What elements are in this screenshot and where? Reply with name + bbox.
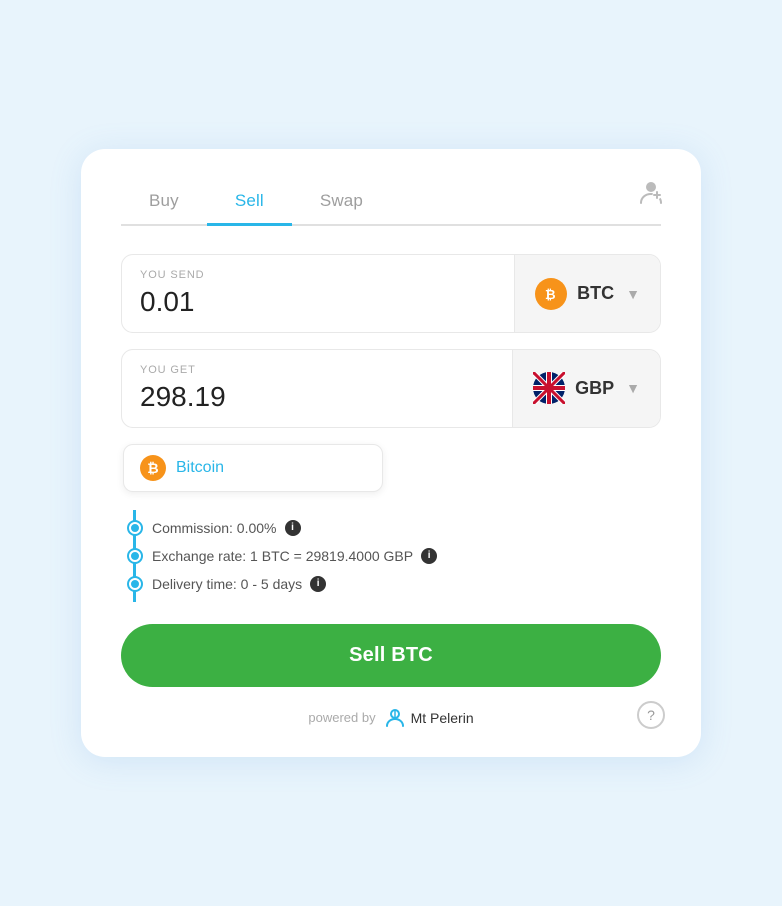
receive-chevron-icon: ▼ bbox=[626, 380, 640, 396]
pelerin-icon bbox=[384, 707, 406, 729]
delivery-text: Delivery time: 0 - 5 days bbox=[152, 576, 302, 592]
dot-commission bbox=[129, 522, 141, 534]
send-label: YOU SEND bbox=[140, 269, 496, 281]
user-icon-area[interactable] bbox=[637, 177, 665, 205]
brand-name: Mt Pelerin bbox=[411, 710, 474, 726]
send-currency-selector[interactable]: ₿ BTC ▼ bbox=[514, 255, 660, 332]
tabs-bar: Buy Sell Swap bbox=[121, 181, 661, 226]
tab-swap[interactable]: Swap bbox=[292, 181, 391, 226]
receive-label: YOU GET bbox=[140, 364, 494, 376]
receive-row: YOU GET 298.19 GBP ▼ bbox=[121, 349, 661, 428]
send-chevron-icon: ▼ bbox=[626, 286, 640, 302]
btc-icon: ₿ bbox=[535, 278, 567, 310]
bitcoin-dropdown-item[interactable]: ₿ Bitcoin bbox=[123, 444, 383, 492]
delivery-info-icon[interactable]: i bbox=[310, 576, 326, 592]
receive-input-area[interactable]: YOU GET 298.19 bbox=[122, 350, 512, 427]
sell-button[interactable]: Sell BTC bbox=[121, 624, 661, 687]
send-row: YOU SEND 0.01 ₿ BTC ▼ bbox=[121, 254, 661, 333]
dot-exchange bbox=[129, 550, 141, 562]
gbp-flag-icon bbox=[533, 372, 565, 404]
svg-text:₿: ₿ bbox=[545, 287, 556, 302]
tab-sell[interactable]: Sell bbox=[207, 181, 292, 226]
receive-value[interactable]: 298.19 bbox=[140, 382, 494, 413]
tab-buy[interactable]: Buy bbox=[121, 181, 207, 226]
commission-line: Commission: 0.00% i bbox=[152, 514, 661, 542]
bitcoin-coin-icon: ₿ bbox=[140, 455, 166, 481]
send-value[interactable]: 0.01 bbox=[140, 287, 496, 318]
main-card: Buy Sell Swap YOU SEND 0.01 ₿ BTC ▼ YOU … bbox=[81, 149, 701, 757]
footer: powered by Mt Pelerin bbox=[121, 707, 661, 729]
info-lines: Commission: 0.00% i Exchange rate: 1 BTC… bbox=[133, 510, 661, 602]
help-icon[interactable]: ? bbox=[637, 701, 665, 729]
receive-currency-label: GBP bbox=[575, 378, 614, 399]
exchange-rate-text: Exchange rate: 1 BTC = 29819.4000 GBP bbox=[152, 548, 413, 564]
brand-logo: Mt Pelerin bbox=[384, 707, 474, 729]
bitcoin-label: Bitcoin bbox=[176, 459, 224, 477]
commission-text: Commission: 0.00% bbox=[152, 520, 277, 536]
exchange-info-icon[interactable]: i bbox=[421, 548, 437, 564]
user-icon bbox=[637, 177, 665, 205]
powered-by-text: powered by bbox=[308, 710, 375, 725]
receive-currency-selector[interactable]: GBP ▼ bbox=[512, 350, 660, 427]
delivery-line: Delivery time: 0 - 5 days i bbox=[152, 570, 661, 598]
send-currency-label: BTC bbox=[577, 283, 614, 304]
send-input-area[interactable]: YOU SEND 0.01 bbox=[122, 255, 514, 332]
info-section: Commission: 0.00% i Exchange rate: 1 BTC… bbox=[121, 510, 661, 602]
commission-info-icon[interactable]: i bbox=[285, 520, 301, 536]
exchange-rate-line: Exchange rate: 1 BTC = 29819.4000 GBP i bbox=[152, 542, 661, 570]
dot-delivery bbox=[129, 578, 141, 590]
